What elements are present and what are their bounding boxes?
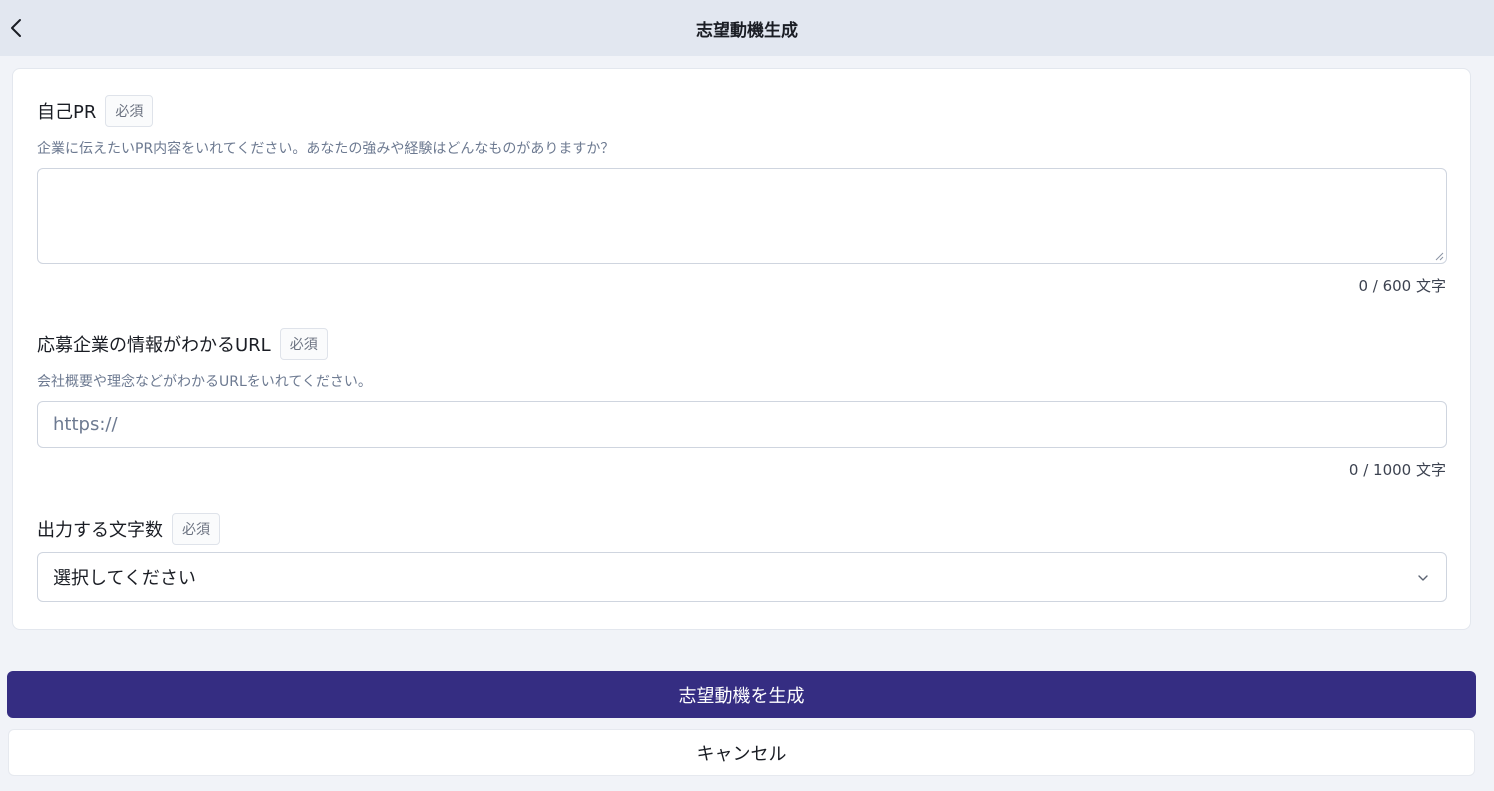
char-count-required-badge: 必須 <box>172 513 220 545</box>
company-url-label: 応募企業の情報がわかるURL <box>37 335 271 356</box>
header-bar: 志望動機生成 <box>0 0 1494 56</box>
page-title: 志望動機生成 <box>696 21 798 41</box>
generate-button[interactable]: 志望動機を生成 <box>7 671 1476 718</box>
resize-handle-icon[interactable] <box>1434 251 1444 261</box>
chevron-down-icon <box>1418 575 1428 581</box>
company-url-hint: 会社概要や理念などがわかるURLをいれてください。 <box>37 374 372 390</box>
cancel-button[interactable]: キャンセル <box>8 729 1475 776</box>
self-pr-char-counter: 0 / 600 文字 <box>1358 277 1446 295</box>
company-url-char-counter: 0 / 1000 文字 <box>1348 461 1446 479</box>
self-pr-textarea[interactable] <box>37 168 1447 264</box>
char-count-selected-value: 選択してください <box>53 568 196 589</box>
form-card: 自己PR 必須 企業に伝えたいPR内容をいれてください。あなたの強みや経験はどん… <box>12 68 1471 630</box>
char-count-label: 出力する文字数 <box>37 520 163 541</box>
company-url-label-row: 応募企業の情報がわかるURL 必須 <box>37 328 328 360</box>
company-url-input[interactable]: https:// <box>37 401 1447 448</box>
company-url-placeholder: https:// <box>53 414 118 435</box>
self-pr-required-badge: 必須 <box>105 95 154 127</box>
char-count-label-row: 出力する文字数 必須 <box>37 513 220 545</box>
char-count-select[interactable]: 選択してください <box>37 552 1447 602</box>
self-pr-label: 自己PR <box>37 102 97 123</box>
self-pr-label-row: 自己PR 必須 <box>37 95 154 127</box>
self-pr-hint: 企業に伝えたいPR内容をいれてください。あなたの強みや経験はどんなものがあります… <box>37 141 615 157</box>
company-url-required-badge: 必須 <box>279 328 328 360</box>
